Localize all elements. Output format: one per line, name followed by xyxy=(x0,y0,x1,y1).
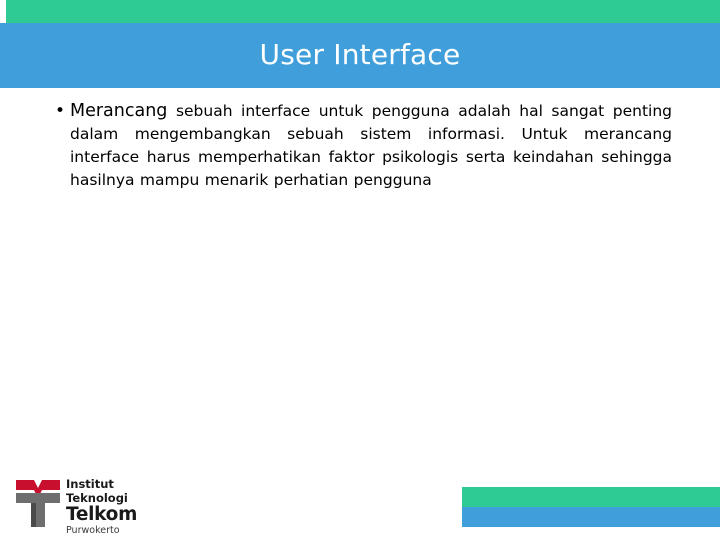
footer-accent-bar-blue xyxy=(462,507,720,527)
logo-wordmark: Institut Teknologi Telkom Purwokerto xyxy=(66,477,226,536)
institution-logo: Institut Teknologi Telkom Purwokerto xyxy=(14,477,229,536)
bullet-paragraph: Merancang sebuah interface untuk penggun… xyxy=(70,100,672,192)
bullet-list-item: • Merancang sebuah interface untuk pengg… xyxy=(52,100,672,192)
footer-accent-bar-green xyxy=(462,487,720,507)
logo-line-institut: Institut xyxy=(66,477,114,491)
page-title: User Interface xyxy=(259,38,461,71)
telkom-logo-mark-icon xyxy=(14,478,62,528)
logo-line-purwokerto: Purwokerto xyxy=(66,525,120,536)
logo-line-telkom: Telkom xyxy=(66,504,138,525)
bullet-lead-word: Merancang xyxy=(70,101,168,121)
bullet-point-icon: • xyxy=(55,101,66,121)
logo-line-teknologi: Teknologi xyxy=(66,490,128,505)
header-accent-bar xyxy=(6,0,720,23)
content-area: • Merancang sebuah interface untuk pengg… xyxy=(52,100,672,192)
slide: User Interface • Merancang sebuah interf… xyxy=(0,0,720,540)
